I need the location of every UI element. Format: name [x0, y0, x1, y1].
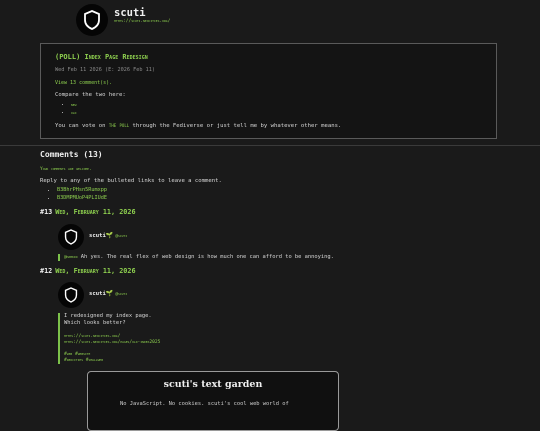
index-link[interactable]: https://scuti.neocities.org/: [64, 334, 120, 339]
hashtag-link[interactable]: #web #website: [64, 352, 90, 357]
comment-author: scuti🌱 @scuti: [89, 290, 127, 299]
comments-instructions: Reply to any of the bulleted links to le…: [40, 178, 222, 184]
comment-links: https://scuti.neocities.org/ https://scu…: [64, 334, 264, 346]
avatar[interactable]: [58, 224, 84, 250]
preview-title: scuti's text garden: [163, 379, 263, 390]
comment-number: #13: [40, 208, 53, 216]
comment-date[interactable]: Wed, February 11, 2026: [55, 208, 135, 216]
author-handle[interactable]: @scuti: [115, 292, 127, 297]
leaf-icon: 🌱: [105, 232, 114, 239]
comment-text: Which looks better?: [64, 320, 126, 327]
leaf-icon: 🌱: [105, 290, 114, 297]
list-item: B3BhrPHsn5Rumxpp: [57, 187, 107, 194]
author-handle[interactable]: @scuti: [115, 234, 127, 239]
view-comments-link[interactable]: View 13 comment(s).: [55, 80, 112, 86]
vote-suffix: through the Fediverse or just tell me by…: [132, 123, 342, 130]
shield-icon: [84, 10, 100, 30]
author-name[interactable]: scuti: [89, 233, 106, 239]
hashtag-link[interactable]: #neocities #smallweb: [64, 358, 103, 363]
author-name[interactable]: scuti: [89, 291, 106, 297]
post-meta: Wed Feb 11 2026 (E: 2026 Feb 11): [55, 67, 155, 74]
comment-date[interactable]: Wed, February 11, 2026: [55, 267, 135, 275]
option-new-link[interactable]: new: [71, 103, 76, 108]
mention-link[interactable]: @hamkin: [64, 255, 77, 260]
list-item: new: [71, 103, 482, 109]
divider: [0, 145, 540, 146]
comment-heading: #13 Wed, February 11, 2026: [40, 208, 136, 217]
list-item: old: [71, 111, 482, 117]
shield-icon: [64, 287, 78, 303]
comment-tags: #web #website #neocities #smallweb: [64, 352, 264, 364]
old-index-link-year[interactable]: 2025: [149, 340, 160, 345]
post-card: (POLL) Index Page Redesign Wed Feb 11 20…: [40, 43, 497, 139]
option-old-link[interactable]: old: [71, 111, 76, 116]
site-header: scuti https://scuti.neocities.org/: [76, 4, 376, 38]
site-url-link[interactable]: https://scuti.neocities.org/: [114, 19, 170, 25]
comments-heading: Comments (13): [40, 150, 103, 159]
reply-link[interactable]: B3DMPMUoP4PLIUdE: [57, 195, 107, 201]
old-index-link[interactable]: https://scuti.neocities.org/pages/old-in…: [64, 340, 149, 345]
comment-heading: #12 Wed, February 11, 2026: [40, 267, 136, 276]
shield-icon: [64, 229, 78, 245]
list-item: B3DMPMUoP4PLIUdE: [57, 195, 107, 202]
avatar[interactable]: [58, 282, 84, 308]
comment-number: #12: [40, 267, 53, 275]
link-preview-card[interactable]: scuti's text garden No JavaScript. No co…: [87, 371, 339, 431]
comment-text: I redesigned my index page.: [64, 313, 152, 319]
comment-text: Ah yes. The real flex of web design is h…: [80, 254, 334, 260]
poll-link[interactable]: the poll: [109, 123, 129, 129]
vote-prefix: You can vote on: [55, 123, 106, 130]
post-compare-text: Compare the two here:: [55, 92, 126, 99]
comment-body: @hamkin Ah yes. The real flex of web des…: [58, 254, 334, 262]
reply-links-list: B3BhrPHsn5Rumxpp B3DMPMUoP4PLIUdE: [40, 187, 107, 203]
poll-options-list: new old: [55, 103, 482, 117]
post-title: (POLL) Index Page Redesign: [55, 53, 148, 61]
post-vote-text: You can vote on the poll through the Fed…: [55, 123, 482, 131]
comment-body: I redesigned my index page. Which looks …: [58, 313, 264, 365]
comment-author: scuti🌱 @scuti: [89, 232, 127, 241]
site-logo[interactable]: [76, 4, 108, 36]
comments-welcome: Your comments are welcome.: [40, 167, 92, 172]
reply-link[interactable]: B3BhrPHsn5Rumxpp: [57, 187, 107, 193]
